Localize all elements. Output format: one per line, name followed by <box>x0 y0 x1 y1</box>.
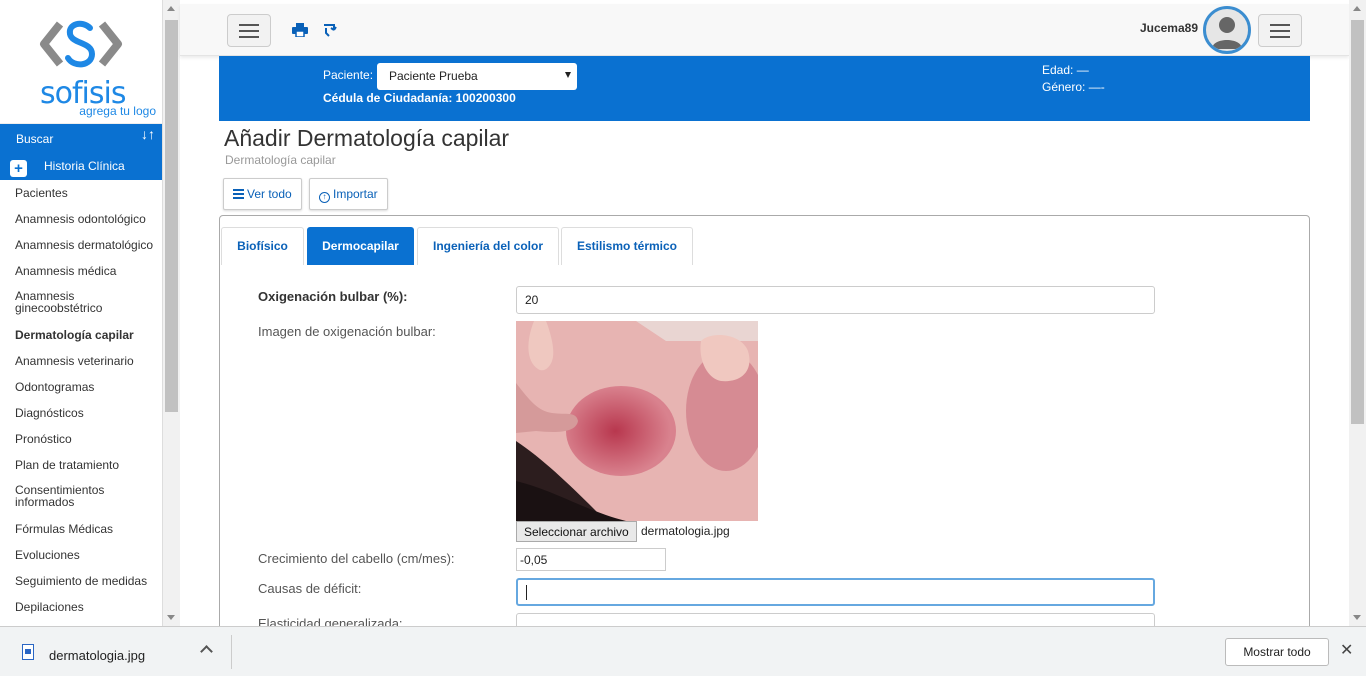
divider <box>231 635 232 669</box>
rotate-icon[interactable] <box>321 22 337 38</box>
page-title: Añadir Dermatología capilar <box>224 125 510 151</box>
causas-label: Causas de déficit: <box>258 581 362 596</box>
view-all-button[interactable]: Ver todo <box>223 178 302 210</box>
crecimiento-label: Crecimiento del cabello (cm/mes): <box>258 551 455 566</box>
scroll-up-icon[interactable] <box>1353 6 1361 11</box>
tab-ingenieria-del-color[interactable]: Ingeniería del color <box>417 227 559 265</box>
download-item-name[interactable]: dermatologia.jpg <box>49 648 145 663</box>
sidebar-item-pacientes[interactable]: Pacientes <box>0 180 162 206</box>
sidebar-item-evoluciones[interactable]: Evoluciones <box>0 542 162 568</box>
sidebar-item-anamnesis-dermatologico[interactable]: Anamnesis dermatológico <box>0 232 162 258</box>
sidebar-item-consentimientos-informados[interactable]: Consentimientos informados <box>0 478 120 516</box>
patient-id: Cédula de Ciudadanía: 100200300 <box>323 91 516 105</box>
sidebar-search-label: Buscar <box>16 132 54 146</box>
print-icon[interactable] <box>292 23 308 37</box>
logo-tagline[interactable]: agrega tu logo <box>79 104 156 118</box>
sidebar-item-odontogramas[interactable]: Odontogramas <box>0 374 162 400</box>
dermatology-image <box>516 321 758 521</box>
page-subtitle: Dermatología capilar <box>225 153 336 167</box>
sidebar-scrollbar[interactable] <box>163 0 180 626</box>
sidebar-scrollbar-thumb[interactable] <box>165 20 178 412</box>
scroll-up-icon[interactable] <box>167 6 175 11</box>
elasticidad-label: Elasticidad generalizada: <box>258 616 403 626</box>
sidebar-menu: Pacientes Anamnesis odontológico Anamnes… <box>0 180 162 620</box>
chevron-up-icon[interactable] <box>200 645 213 658</box>
sidebar-item-seguimiento-de-medidas[interactable]: Seguimiento de medidas <box>0 568 162 594</box>
tab-biofisico[interactable]: Biofísico <box>221 227 304 265</box>
oxigenacion-label: Oxigenación bulbar (%): <box>258 289 408 304</box>
sidebar-item-formulas-medicas[interactable]: Fórmulas Médicas <box>0 516 162 542</box>
sidebar-item-diagnosticos[interactable]: Diagnósticos <box>0 400 162 426</box>
patient-gender: Género: —- <box>1042 80 1105 94</box>
scroll-down-icon[interactable] <box>167 615 175 620</box>
sidebar: sofisis agrega tu logo Buscar ↓↑ + Histo… <box>0 0 163 626</box>
sidebar-item-anamnesis-odontologico[interactable]: Anamnesis odontológico <box>0 206 162 232</box>
avatar[interactable] <box>1203 6 1251 54</box>
menu-button[interactable] <box>1258 14 1302 47</box>
oxigenacion-input[interactable]: 20 <box>516 286 1155 314</box>
sidebar-item-dermatologia-capilar[interactable]: Dermatología capilar <box>0 322 162 348</box>
patient-label: Paciente: <box>323 68 374 82</box>
form-overflow-clip: Elasticidad generalizada: <box>219 611 1310 626</box>
user-icon <box>1212 17 1242 49</box>
top-navbar: Jucema89 <box>180 4 1349 56</box>
imagen-label: Imagen de oxigenación bulbar: <box>258 324 436 339</box>
causas-input[interactable] <box>516 578 1155 606</box>
close-icon[interactable]: ✕ <box>1340 643 1353 659</box>
sort-icon[interactable]: ↓↑ <box>141 126 155 142</box>
sidebar-item-anamnesis-medica[interactable]: Anamnesis médica <box>0 258 162 284</box>
download-bar: dermatologia.jpg Mostrar todo ✕ <box>0 626 1366 676</box>
tab-dermocapilar[interactable]: Dermocapilar <box>307 227 414 265</box>
form-panel: Biofísico Dermocapilar Ingeniería del co… <box>219 215 1310 635</box>
plus-icon: + <box>10 160 27 177</box>
sidebar-item-anamnesis-veterinario[interactable]: Anamnesis veterinario <box>0 348 162 374</box>
crecimiento-input[interactable]: -0,05 <box>516 548 666 571</box>
tab-estilismo-termico[interactable]: Estilismo térmico <box>561 227 693 265</box>
patient-select-value: Paciente Prueba <box>389 69 478 83</box>
page-scrollbar-thumb[interactable] <box>1351 20 1364 424</box>
sidebar-section-historia-clinica[interactable]: + Historia Clínica <box>0 152 162 180</box>
elasticidad-input[interactable] <box>516 613 1155 626</box>
select-file-button[interactable]: Seleccionar archivo <box>516 521 637 542</box>
page-scrollbar[interactable] <box>1349 0 1366 626</box>
dropdown-caret-icon <box>565 72 571 78</box>
list-icon <box>233 189 244 199</box>
show-all-button[interactable]: Mostrar todo <box>1225 638 1329 666</box>
import-button[interactable]: ↑ Importar <box>309 178 388 210</box>
upload-circle-icon: ↑ <box>319 192 330 203</box>
view-all-label: Ver todo <box>247 187 292 201</box>
dermatology-photo <box>516 321 758 521</box>
image-file-icon <box>22 644 34 660</box>
sofisis-logo-icon <box>40 20 122 68</box>
sidebar-item-plan-de-tratamiento[interactable]: Plan de tratamiento <box>0 452 162 478</box>
sidebar-section-label: Historia Clínica <box>44 159 125 173</box>
sidebar-item-anamnesis-ginecoobstetrico[interactable]: Anamnesis ginecoobstétrico <box>0 284 120 322</box>
username[interactable]: Jucema89 <box>1140 21 1198 35</box>
logo[interactable]: sofisis agrega tu logo <box>0 0 162 124</box>
sidebar-toggle-button[interactable] <box>227 14 271 47</box>
sidebar-item-depilaciones[interactable]: Depilaciones <box>0 594 162 620</box>
patient-banner: Paciente: Paciente Prueba Cédula de Ciud… <box>219 56 1310 121</box>
sidebar-item-pronostico[interactable]: Pronóstico <box>0 426 162 452</box>
scroll-down-icon[interactable] <box>1353 615 1361 620</box>
selected-file-name: dermatologia.jpg <box>641 524 730 538</box>
patient-age: Edad: — <box>1042 63 1089 77</box>
app-window: sofisis agrega tu logo Buscar ↓↑ + Histo… <box>0 0 1366 676</box>
import-label: Importar <box>333 187 378 201</box>
patient-select[interactable]: Paciente Prueba <box>377 63 577 90</box>
sidebar-search[interactable]: Buscar ↓↑ <box>0 124 162 152</box>
text-cursor <box>526 585 527 600</box>
